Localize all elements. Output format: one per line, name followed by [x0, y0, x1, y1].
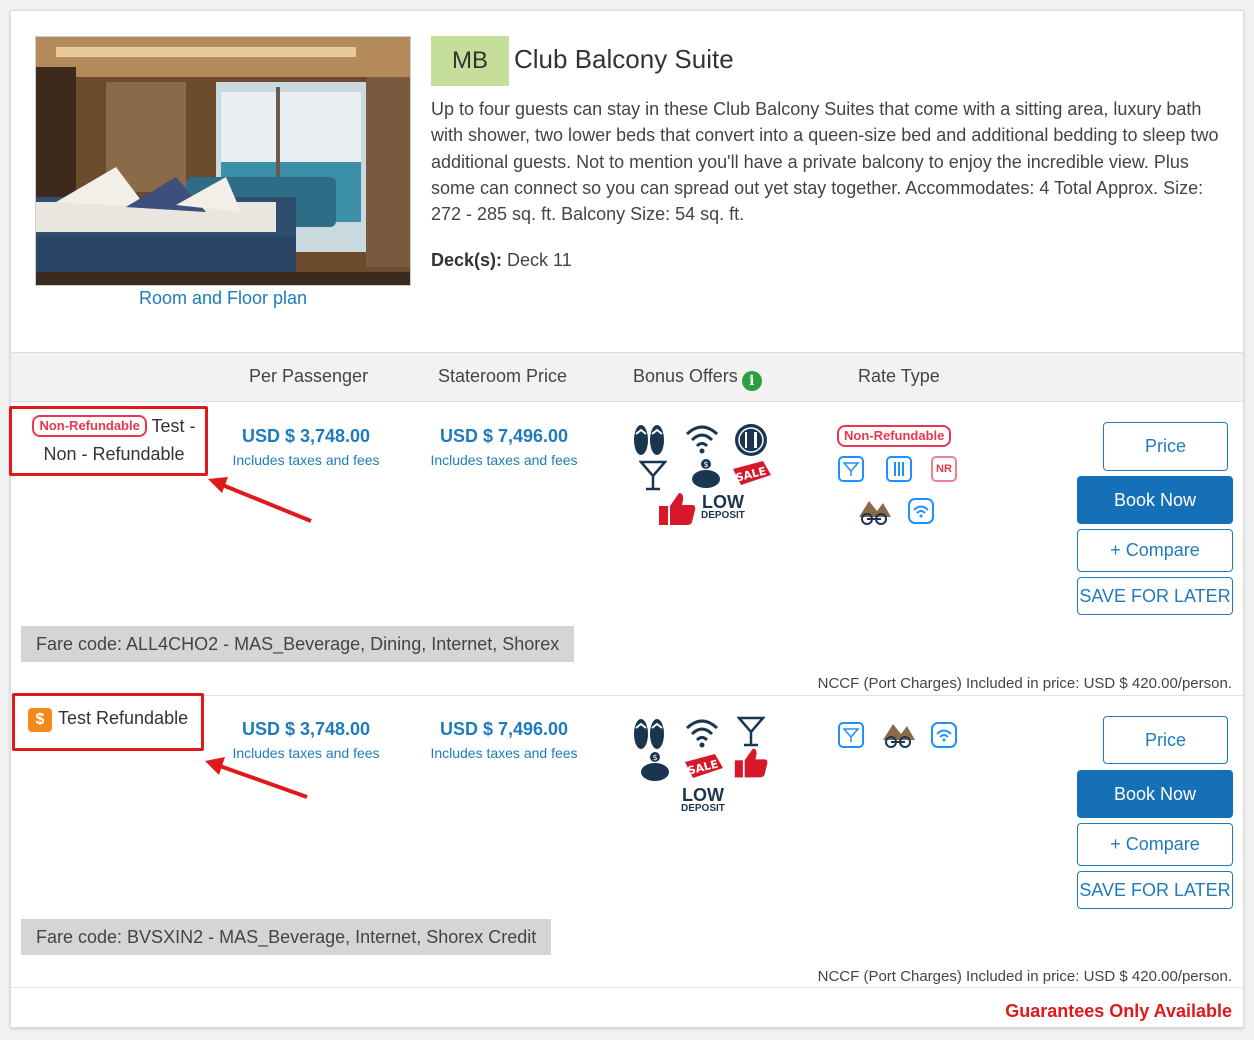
room-floor-plan-link[interactable]: Room and Floor plan: [35, 288, 411, 309]
footer-divider: [11, 987, 1243, 988]
book-now-button[interactable]: Book Now: [1077, 476, 1233, 524]
nccf-note: NCCF (Port Charges) Included in price: U…: [817, 675, 1232, 692]
room-category-code-badge: MB: [431, 36, 509, 86]
header-per-passenger: Per Passenger: [249, 366, 369, 386]
dining-icon: [734, 423, 768, 462]
guarantees-only-notice: Guarantees Only Available: [1005, 1001, 1232, 1021]
nr-icon: NR: [931, 456, 957, 482]
thumbs-up-icon: [733, 746, 769, 785]
rate-row: $ Test Refundable USD $ 3,748.00 Includes…: [11, 693, 1243, 987]
stateroom-amount: USD $ 7,496.00: [439, 426, 569, 446]
save-for-later-button[interactable]: SAVE FOR LATER: [1077, 871, 1233, 909]
low-deposit-line2: DEPOSIT: [701, 510, 745, 521]
per-passenger-price: USD $ 3,748.00 Includes taxes and fees: [221, 719, 391, 761]
flip-flops-icon: [631, 422, 667, 463]
sale-icon: SALE: [685, 754, 723, 785]
non-refundable-tag: Non-Refundable: [32, 415, 147, 437]
rate-name: Non-Refundable Test - Non - Refundable: [23, 412, 205, 468]
piggy-bank-icon: $: [638, 752, 672, 787]
cabin-card: Room and Floor plan MB Club Balcony Suit…: [9, 10, 1244, 1028]
room-title: Club Balcony Suite: [514, 44, 734, 74]
rate-type-non-refundable-tag: Non-Refundable: [837, 425, 952, 447]
low-deposit-icon: LOW DEPOSIT: [681, 785, 725, 816]
annotation-arrow: [208, 477, 312, 523]
rates-table-header: Per Passenger Stateroom Price Bonus Offe…: [11, 352, 1243, 402]
per-passenger-amount: USD $ 3,748.00: [241, 426, 371, 446]
svg-text:$: $: [703, 460, 708, 469]
shore-excursion-icon: [857, 495, 891, 530]
rate-name-line2: Non - Refundable: [43, 444, 185, 464]
thumbs-up-icon: [657, 491, 697, 532]
deck-value: Deck 11: [502, 250, 572, 270]
save-for-later-button[interactable]: SAVE FOR LATER: [1077, 577, 1233, 615]
stateroom-note: Includes taxes and fees: [430, 745, 578, 761]
room-photo[interactable]: [35, 36, 411, 286]
fare-code: Fare code: BVSXIN2 - MAS_Beverage, Inter…: [21, 919, 552, 955]
beverage-icon: [838, 722, 864, 748]
compare-button[interactable]: + Compare: [1077, 823, 1233, 866]
fare-code: Fare code: ALL4CHO2 - MAS_Beverage, Dini…: [21, 626, 575, 662]
header-rate-type: Rate Type: [858, 366, 940, 386]
wifi-icon: [931, 722, 957, 748]
stateroom-price: USD $ 7,496.00 Includes taxes and fees: [419, 426, 589, 468]
low-deposit-icon: LOW DEPOSIT: [701, 492, 745, 523]
room-photo-image: [36, 37, 410, 285]
refundable-dollar-icon: $: [28, 708, 52, 732]
room-description: Up to four guests can stay in these Club…: [431, 99, 1219, 225]
book-now-button[interactable]: Book Now: [1077, 770, 1233, 818]
piggy-bank-icon: $: [689, 459, 723, 494]
stateroom-price: USD $ 7,496.00 Includes taxes and fees: [419, 719, 589, 761]
dining-icon: [886, 456, 912, 482]
stateroom-note: Includes taxes and fees: [430, 452, 578, 468]
rate-name-line1: Test Refundable: [58, 708, 189, 728]
low-deposit-line1: LOW: [701, 492, 744, 512]
rate-name-line1: Test -: [151, 416, 196, 436]
compare-button[interactable]: + Compare: [1077, 529, 1233, 572]
beverage-icon: [838, 456, 864, 482]
info-icon[interactable]: i: [741, 371, 762, 391]
deck-label: Deck(s):: [431, 250, 503, 270]
header-stateroom-price: Stateroom Price: [438, 366, 568, 386]
svg-text:$: $: [652, 753, 657, 762]
header-bonus-offers: Bonus Offers i: [633, 366, 762, 391]
per-passenger-note: Includes taxes and fees: [232, 745, 380, 761]
wifi-icon: [684, 716, 720, 753]
header-bonus-offers-label: Bonus Offers: [633, 366, 738, 386]
low-deposit-line2: DEPOSIT: [681, 803, 725, 814]
low-deposit-line1: LOW: [681, 785, 724, 805]
stateroom-amount: USD $ 7,496.00: [439, 719, 569, 739]
rate-row: Non-Refundable Test - Non - Refundable U…: [9, 403, 1243, 695]
wifi-icon: [684, 422, 720, 459]
price-button[interactable]: Price: [1103, 716, 1228, 764]
per-passenger-note: Includes taxes and fees: [232, 452, 380, 468]
shore-excursion-icon: [881, 718, 915, 753]
per-passenger-amount: USD $ 3,748.00: [241, 719, 371, 739]
per-passenger-price: USD $ 3,748.00 Includes taxes and fees: [221, 426, 391, 468]
sale-icon: SALE: [733, 461, 771, 492]
nccf-note: NCCF (Port Charges) Included in price: U…: [817, 968, 1232, 985]
rate-name: $ Test Refundable: [28, 704, 188, 732]
deck-info: Deck(s): Deck 11: [431, 250, 572, 271]
price-button[interactable]: Price: [1103, 422, 1228, 471]
wifi-icon: [908, 498, 934, 524]
flip-flops-icon: [631, 716, 667, 757]
